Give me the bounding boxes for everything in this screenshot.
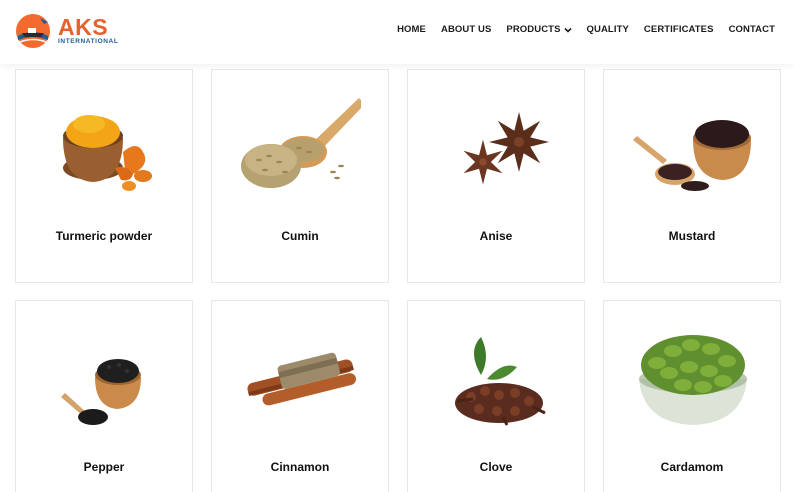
cumin-image: [241, 98, 361, 188]
chevron-down-icon: [563, 27, 572, 33]
nav-certificates[interactable]: CERTIFICATES: [644, 24, 714, 35]
brand-subtitle: INTERNATIONAL: [58, 38, 119, 45]
product-card-mustard[interactable]: Mustard: [603, 69, 781, 283]
product-card-turmeric[interactable]: Turmeric powder: [15, 69, 193, 283]
product-card-anise[interactable]: Anise: [407, 69, 585, 283]
brand-name: AKS: [58, 14, 109, 40]
cardamom-image: [639, 335, 747, 425]
cinnamon-image: [247, 352, 356, 406]
product-name: Clove: [479, 460, 513, 474]
turmeric-image: [63, 115, 152, 191]
anise-image: [463, 112, 549, 185]
nav-about-us[interactable]: ABOUT US: [441, 24, 491, 35]
nav-certificates-label: CERTIFICATES: [643, 24, 714, 35]
nav-contact[interactable]: CONTACT: [729, 24, 775, 35]
nav-products-label: PRODUCTS: [506, 24, 561, 35]
mustard-image: [633, 120, 751, 191]
product-card-cumin[interactable]: Cumin: [211, 69, 389, 283]
nav-home[interactable]: HOME: [397, 24, 426, 35]
nav-quality[interactable]: QUALITY: [587, 24, 629, 35]
product-name: Mustard: [668, 229, 716, 243]
product-card-cinnamon[interactable]: Cinnamon: [211, 300, 389, 492]
pepper-image: [61, 359, 141, 425]
main-nav: HOME ABOUT US PRODUCTS QUALITY CERTIFICA…: [382, 24, 775, 35]
product-name: Cardamom: [660, 460, 724, 474]
site-header: AKS INTERNATIONAL HOME ABOUT US PRODUCTS…: [0, 0, 794, 64]
product-name: Cumin: [281, 229, 319, 243]
nav-contact-label: CONTACT: [728, 24, 775, 35]
logo[interactable]: AKS INTERNATIONAL: [14, 12, 118, 52]
product-name: Turmeric powder: [55, 229, 153, 243]
product-card-pepper[interactable]: Pepper: [15, 300, 193, 492]
product-card-cardamom[interactable]: Cardamom: [603, 300, 781, 492]
product-grid: Turmeric powder Cumin Anise Mustard Pepp…: [15, 69, 781, 492]
clove-image: [455, 337, 546, 426]
nav-home-label: HOME: [397, 24, 426, 35]
product-card-clove[interactable]: Clove: [407, 300, 585, 492]
nav-products[interactable]: PRODUCTS: [506, 24, 572, 35]
logo-emblem-icon: [16, 14, 50, 48]
nav-about-label: ABOUT US: [440, 24, 492, 35]
product-name: Pepper: [83, 460, 125, 474]
product-name: Anise: [479, 229, 513, 243]
nav-quality-label: QUALITY: [586, 24, 629, 35]
product-name: Cinnamon: [270, 460, 330, 474]
